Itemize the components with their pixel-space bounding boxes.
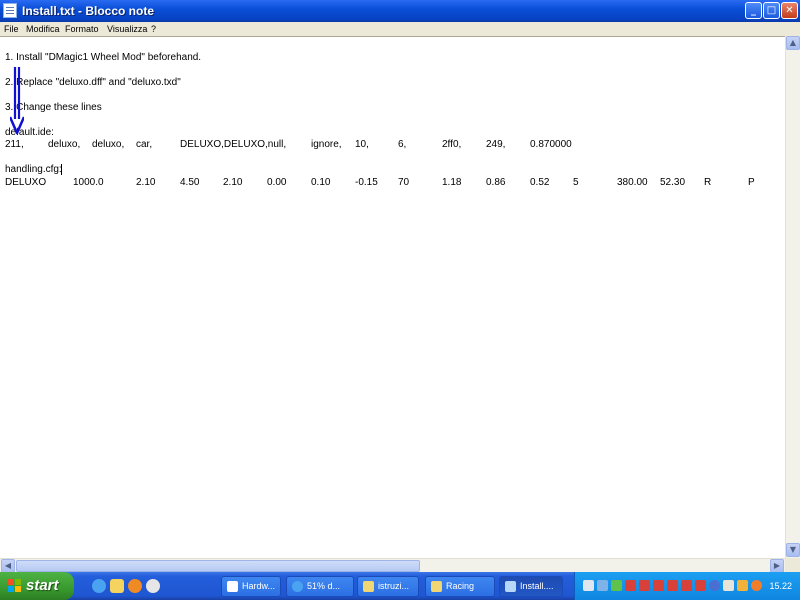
taskbar-button-label: Hardw...	[242, 581, 276, 591]
menu-bar: File Modifica Formato Visualizza ?	[0, 22, 800, 36]
scroll-left-button[interactable]: ◀	[1, 559, 15, 573]
tray-app-icon[interactable]	[611, 580, 622, 591]
notepad-icon	[505, 581, 516, 592]
internet-explorer-icon	[292, 581, 303, 592]
menu-help[interactable]: ?	[151, 22, 156, 36]
handling-value: 0.52	[530, 177, 550, 188]
taskbar-button-label: Install....	[520, 581, 554, 591]
ide-value: ignore,	[311, 139, 342, 150]
tray-app-icon[interactable]	[681, 580, 692, 591]
messenger-icon[interactable]	[128, 579, 142, 593]
arrow-shaft	[13, 67, 21, 119]
notepad-icon	[3, 3, 17, 18]
media-icon[interactable]	[110, 579, 124, 593]
tray-network-icon[interactable]	[597, 580, 608, 591]
tray-app-icon[interactable]	[625, 580, 636, 591]
tray-volume-icon[interactable]	[723, 580, 734, 591]
handling-value: P	[748, 177, 755, 188]
handling-value: DELUXO	[5, 177, 47, 188]
folder-icon	[431, 581, 442, 592]
window-title: Install.txt - Blocco note	[22, 4, 155, 18]
handling-value: 5	[573, 177, 579, 188]
text-line-replace: 2. Replace "deluxo.dff" and "deluxo.txd"	[5, 77, 181, 88]
handling-value: 0.00	[267, 177, 287, 188]
windows-logo-icon	[8, 579, 21, 592]
clock[interactable]: 15.22	[769, 572, 792, 600]
scroll-right-button[interactable]: ▶	[770, 559, 784, 573]
handling-value: 0.10	[311, 177, 331, 188]
handling-value: 380.00	[617, 177, 648, 188]
handling-value: R	[704, 177, 712, 188]
handling-value: 52.30	[660, 177, 686, 188]
handling-value: 1000.0	[73, 177, 104, 188]
ide-value: 211,	[5, 139, 24, 150]
scroll-down-button[interactable]: ▼	[786, 543, 800, 557]
folder-icon	[363, 581, 374, 592]
scroll-up-button[interactable]: ▲	[786, 36, 800, 50]
tray-app-icon[interactable]	[639, 580, 650, 591]
horizontal-scroll-thumb[interactable]	[16, 560, 420, 572]
ide-value: car,	[136, 139, 153, 150]
handling-value: 1.18	[442, 177, 462, 188]
tray-app-icon[interactable]	[751, 580, 762, 591]
menu-formato[interactable]: Formato	[65, 22, 99, 36]
menu-file[interactable]: File	[4, 22, 19, 36]
taskbar-button-download[interactable]: 51% d...	[286, 576, 354, 597]
tray-app-icon[interactable]	[653, 580, 664, 591]
maximize-button[interactable]: □	[763, 2, 780, 19]
tray-app-icon[interactable]	[695, 580, 706, 591]
size-grip[interactable]	[785, 558, 800, 572]
ide-value: DELUXO,DELUXO,null,	[180, 139, 287, 150]
player-icon[interactable]	[146, 579, 160, 593]
taskbar-button-racing[interactable]: Racing	[425, 576, 495, 597]
arrow-head	[10, 116, 24, 135]
ide-value: 249,	[486, 139, 506, 150]
vertical-scrollbar[interactable]: ▲ ▼	[785, 36, 800, 558]
system-tray: 15.22	[574, 572, 800, 600]
tray-app-icon[interactable]	[667, 580, 678, 591]
text-caret	[61, 164, 62, 175]
handling-value: -0.15	[355, 177, 378, 188]
ide-value: 0.870000	[530, 139, 572, 150]
arrow-down-icon	[10, 67, 24, 135]
handling-value: 70	[398, 177, 410, 188]
start-label: start	[26, 577, 59, 594]
text-line-install: 1. Install "DMagic1 Wheel Mod" beforehan…	[5, 52, 202, 63]
taskbar-button-label: istruzi...	[378, 581, 410, 591]
taskbar-button-label: Racing	[446, 581, 475, 591]
taskbar-button-install[interactable]: Install....	[499, 576, 563, 597]
taskbar-button-istruzioni[interactable]: istruzi...	[357, 576, 419, 597]
tray-search-icon[interactable]	[583, 580, 594, 591]
menu-visualizza[interactable]: Visualizza	[107, 22, 147, 36]
internet-explorer-icon[interactable]	[92, 579, 106, 593]
handling-value: 0.86	[486, 177, 506, 188]
handling-value: 4.50	[180, 177, 200, 188]
handling-value: 2.10	[223, 177, 243, 188]
ide-value: deluxo,	[92, 139, 125, 150]
horizontal-scrollbar[interactable]: ◀ ▶	[0, 558, 785, 573]
ide-value: 2ff0,	[442, 139, 462, 150]
minimize-button[interactable]: _	[745, 2, 762, 19]
close-button[interactable]: ✕	[781, 2, 798, 19]
menu-modifica[interactable]: Modifica	[26, 22, 60, 36]
handling-value: 2.10	[136, 177, 156, 188]
tray-app-icon[interactable]	[709, 580, 720, 591]
ide-value: deluxo,	[48, 139, 81, 150]
text-line-handling-cfg: handling.cfg:	[5, 164, 62, 175]
taskbar: start Hardw... 51% d... istruzi... Racin…	[0, 572, 800, 600]
document-icon	[227, 581, 238, 592]
title-bar[interactable]: Install.txt - Blocco note _ □ ✕	[0, 0, 800, 22]
taskbar-button-label: 51% d...	[307, 581, 341, 591]
taskbar-button-hardware[interactable]: Hardw...	[221, 576, 281, 597]
start-button[interactable]: start	[0, 572, 74, 600]
tray-app-icon[interactable]	[737, 580, 748, 591]
ide-value: 10,	[355, 139, 369, 150]
ide-value: 6,	[398, 139, 407, 150]
text-editor[interactable]: 1. Install "DMagic1 Wheel Mod" beforehan…	[0, 36, 785, 558]
